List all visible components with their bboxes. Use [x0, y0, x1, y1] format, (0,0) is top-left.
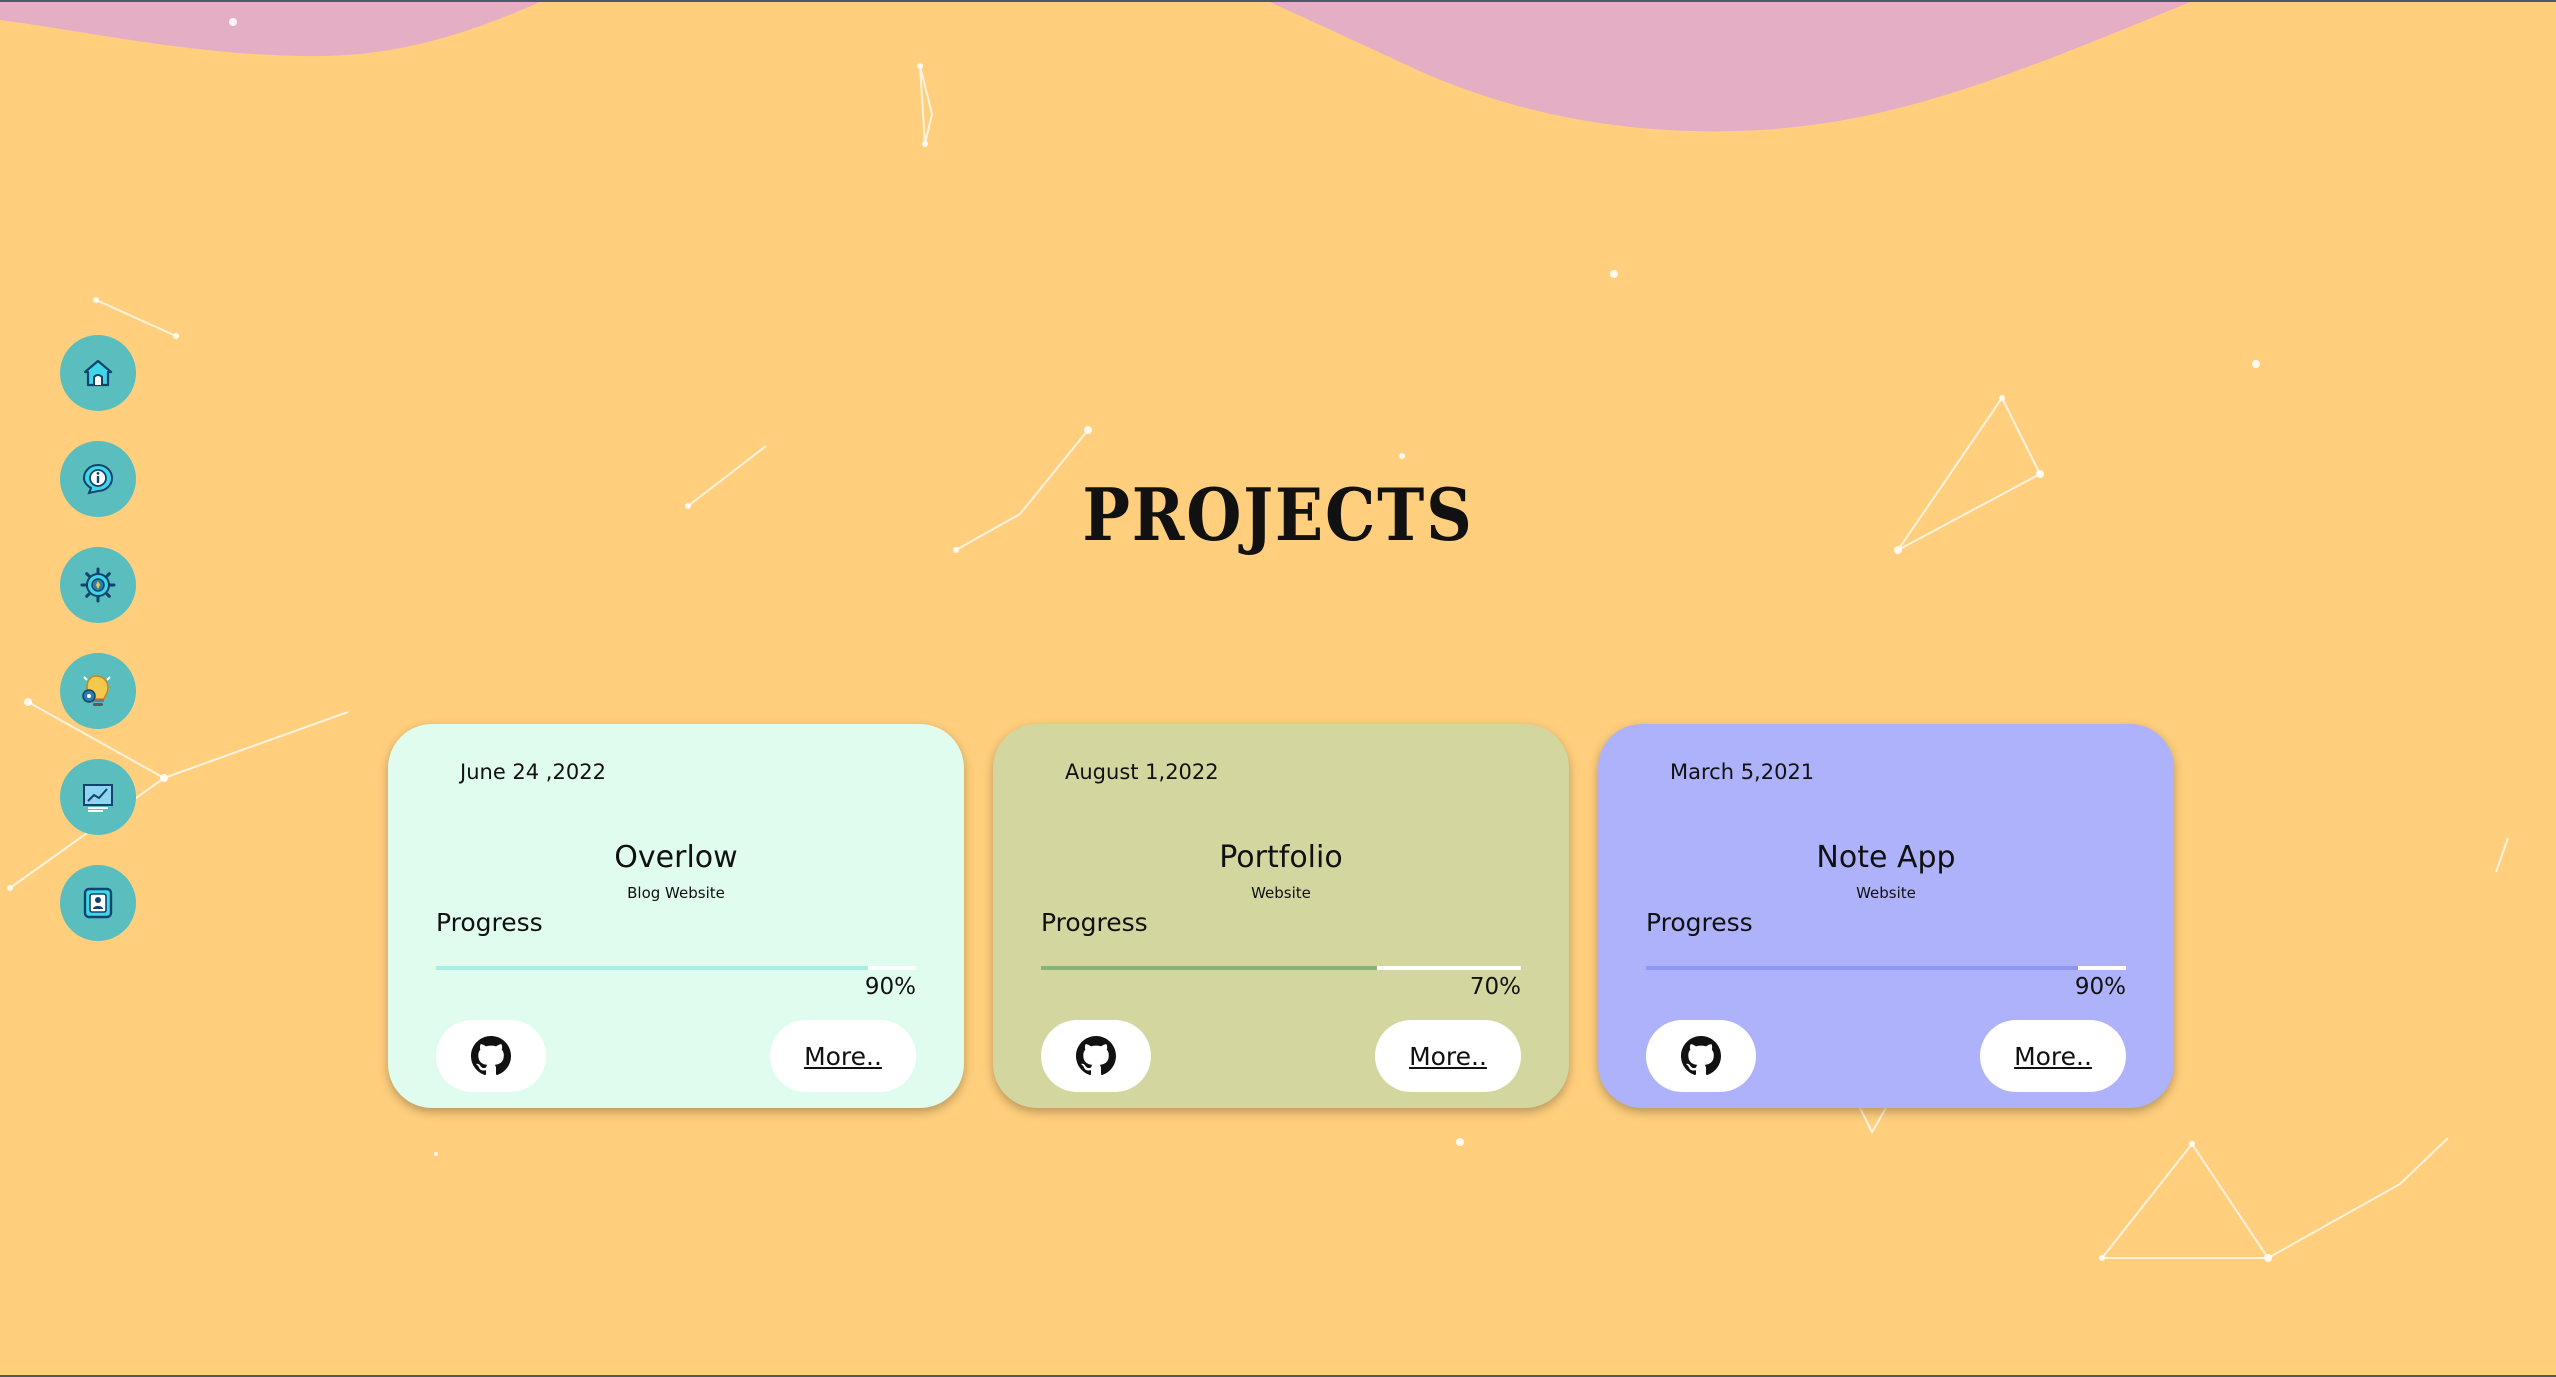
progress-bar — [436, 966, 916, 970]
project-card-overlow: June 24 ,2022 Overlow Blog Website Progr… — [388, 724, 964, 1108]
project-date: March 5,2021 — [1670, 760, 1815, 784]
background-decoration — [0, 2, 2556, 1375]
background-fill — [0, 2, 2556, 1375]
more-button[interactable]: More.. — [1980, 1020, 2126, 1092]
more-button[interactable]: More.. — [770, 1020, 916, 1092]
progress-label: Progress — [1041, 908, 1148, 937]
progress-bar-fill — [1041, 966, 1377, 970]
github-icon — [1681, 1036, 1721, 1076]
project-card-note-app: March 5,2021 Note App Website Progress 9… — [1598, 724, 2174, 1108]
progress-bar — [1041, 966, 1521, 970]
project-date: June 24 ,2022 — [460, 760, 606, 784]
contact-card-icon — [83, 887, 113, 919]
progress-percent: 70% — [1469, 974, 1521, 1000]
github-button[interactable] — [436, 1020, 546, 1092]
project-subtitle: Blog Website — [627, 884, 725, 902]
progress-bar — [1646, 966, 2126, 970]
progress-label: Progress — [1646, 908, 1753, 937]
github-button[interactable] — [1041, 1020, 1151, 1092]
github-button[interactable] — [1646, 1020, 1756, 1092]
home-icon — [83, 359, 113, 387]
progress-bar-fill — [1646, 966, 2078, 970]
section-title: PROJECTS — [1082, 472, 1474, 557]
project-date: August 1,2022 — [1065, 760, 1219, 784]
project-title: Note App — [1816, 840, 1956, 875]
nav-services-button[interactable] — [60, 547, 136, 623]
nav-projects-button[interactable] — [60, 759, 136, 835]
projects-page: PROJECTS June 24 ,2022 Overlow Blog Webs… — [0, 0, 2556, 1377]
nav-about-button[interactable] — [60, 441, 136, 517]
project-card-portfolio: August 1,2022 Portfolio Website Progress… — [993, 724, 1569, 1108]
project-subtitle: Website — [1251, 884, 1311, 902]
more-button[interactable]: More.. — [1375, 1020, 1521, 1092]
nav-home-button[interactable] — [60, 335, 136, 411]
progress-bar-fill — [436, 966, 868, 970]
gear-icon — [80, 567, 116, 603]
project-subtitle: Website — [1856, 884, 1916, 902]
nav-skills-button[interactable] — [60, 653, 136, 729]
github-icon — [1076, 1036, 1116, 1076]
progress-percent: 90% — [2074, 974, 2126, 1000]
project-title: Overlow — [614, 840, 738, 875]
chart-board-icon — [83, 784, 113, 812]
github-icon — [471, 1036, 511, 1076]
progress-percent: 90% — [864, 974, 916, 1000]
progress-label: Progress — [436, 908, 543, 937]
project-title: Portfolio — [1219, 840, 1343, 875]
nav-contact-button[interactable] — [60, 865, 136, 941]
info-icon — [82, 463, 114, 495]
lightbulb-gear-icon — [82, 675, 111, 706]
